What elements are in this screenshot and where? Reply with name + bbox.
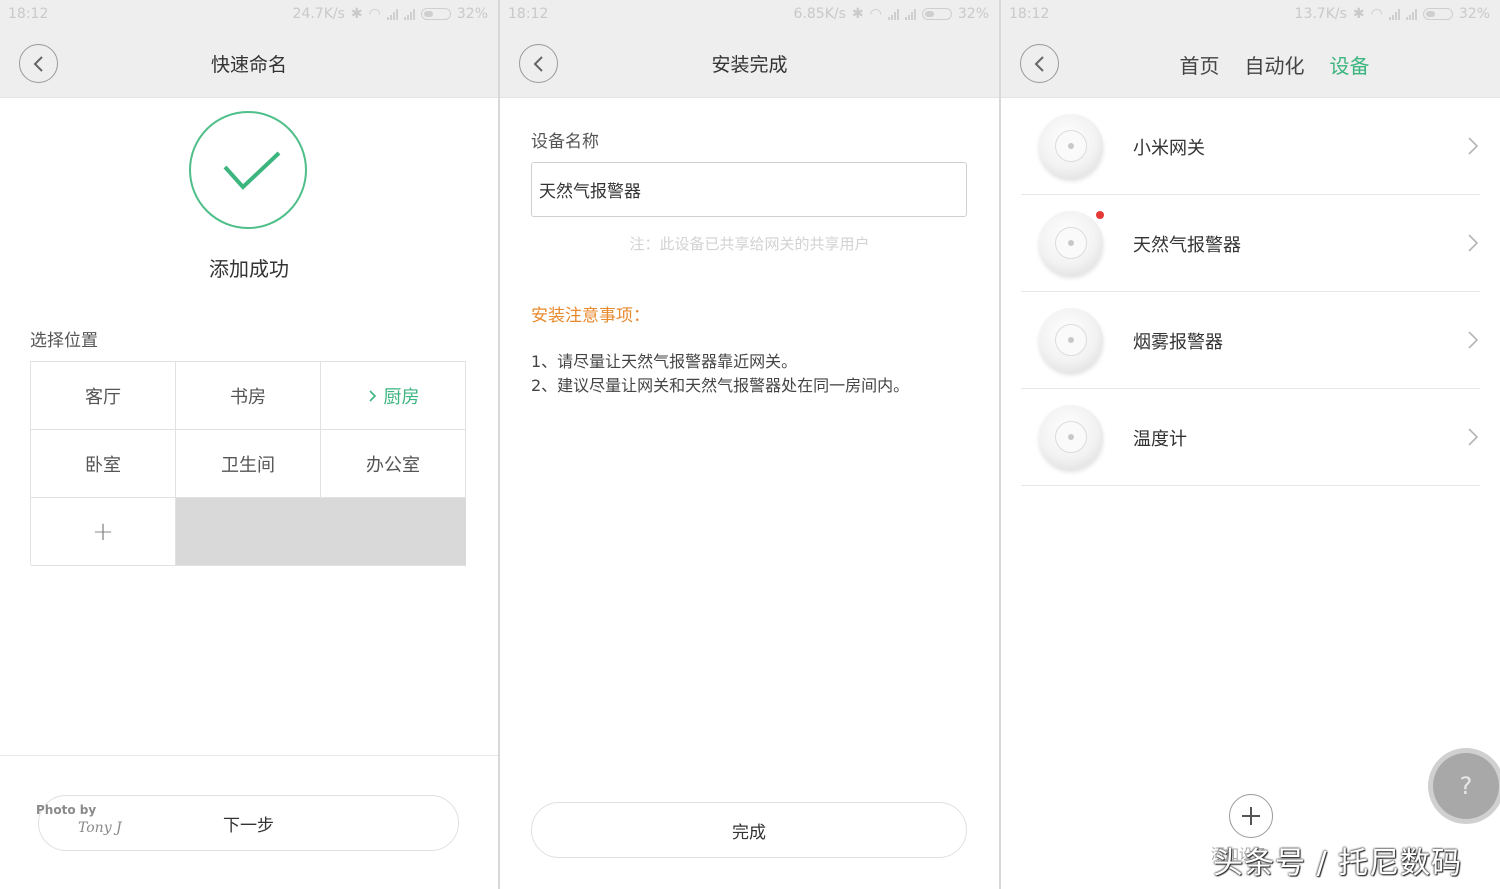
page-title: 快速命名 xyxy=(210,54,287,76)
photo-credit-signature: Tony J xyxy=(78,820,122,836)
device-row-thermometer[interactable]: 温度计 xyxy=(1021,389,1480,486)
help-button[interactable]: ? xyxy=(1433,753,1499,819)
device-name-label: 设备名称 xyxy=(531,132,599,152)
gas-alarm-device-icon xyxy=(1039,211,1103,275)
status-time: 18:12 xyxy=(8,6,49,22)
chevron-right-icon xyxy=(368,389,376,402)
signal-icon xyxy=(403,8,415,20)
share-note: 注：此设备已共享给网关的共享用户 xyxy=(629,235,870,253)
plus-icon xyxy=(1242,807,1260,825)
add-device-button[interactable] xyxy=(1229,794,1273,838)
tab-automation[interactable]: 自动化 xyxy=(1245,50,1305,79)
tab-home[interactable]: 首页 xyxy=(1180,50,1220,79)
status-time: 18:12 xyxy=(508,6,549,22)
device-row-gateway[interactable]: 小米网关 xyxy=(1021,98,1480,195)
battery-icon xyxy=(921,8,952,20)
bluetooth-icon: ✱ xyxy=(350,6,363,22)
thermometer-device-icon xyxy=(1039,405,1103,469)
bluetooth-icon: ✱ xyxy=(1352,6,1365,22)
device-row-gas-alarm[interactable]: 天然气报警器 xyxy=(1021,195,1480,292)
device-row-smoke-alarm[interactable]: 烟雾报警器 xyxy=(1021,292,1480,389)
room-grid: 客厅 书房 厨房 卧室 卫生间 办公室 + xyxy=(30,361,466,566)
success-check-icon xyxy=(189,111,307,229)
status-bar: 18:12 24.7K/s ✱ ◠ 32% xyxy=(0,0,498,28)
wifi-icon: ◠ xyxy=(1370,6,1383,22)
plus-icon: + xyxy=(92,516,114,547)
source-watermark: 头条号 / 托尼数码 xyxy=(1213,846,1463,881)
device-name: 温度计 xyxy=(1133,429,1187,450)
success-message: 添加成功 xyxy=(209,257,289,281)
signal-icon xyxy=(904,8,916,20)
chevron-right-icon xyxy=(1468,331,1479,349)
gateway-device-icon xyxy=(1039,114,1103,178)
battery-percent: 32% xyxy=(957,6,989,22)
done-button[interactable]: 完成 xyxy=(531,802,967,858)
install-notice-line: 1、请尽量让天然气报警器靠近网关。 xyxy=(531,352,798,371)
signal-icon xyxy=(887,8,899,20)
header-bar: 安装完成 xyxy=(500,28,999,98)
device-name: 烟雾报警器 xyxy=(1133,332,1223,353)
battery-icon xyxy=(420,8,451,20)
header-bar: 首页 自动化 设备 xyxy=(1001,28,1500,98)
smoke-alarm-device-icon xyxy=(1039,308,1103,372)
bluetooth-icon: ✱ xyxy=(851,6,864,22)
device-name-input[interactable] xyxy=(531,162,967,217)
room-option-study[interactable]: 书房 xyxy=(176,362,321,430)
question-icon: ? xyxy=(1459,772,1473,800)
install-complete-screen: 18:12 6.85K/s ✱ ◠ 32% 安装完成 设备名称 注：此设备已共享… xyxy=(500,0,999,889)
install-notice-title: 安装注意事项： xyxy=(531,306,650,326)
battery-icon xyxy=(1422,8,1453,20)
wifi-icon: ◠ xyxy=(368,6,381,22)
room-option-office[interactable]: 办公室 xyxy=(321,430,466,498)
signal-icon xyxy=(1405,8,1417,20)
room-option-kitchen[interactable]: 厨房 xyxy=(321,362,466,430)
empty-grid-area xyxy=(176,498,466,566)
device-name: 小米网关 xyxy=(1133,138,1205,159)
battery-percent: 32% xyxy=(1458,6,1490,22)
chevron-right-icon xyxy=(1468,137,1479,155)
status-bar: 18:12 13.7K/s ✱ ◠ 32% xyxy=(1001,0,1500,28)
signal-icon xyxy=(1388,8,1400,20)
wifi-icon: ◠ xyxy=(869,6,882,22)
add-room-button[interactable]: + xyxy=(31,498,176,566)
page-title: 安装完成 xyxy=(711,54,788,76)
network-speed: 13.7K/s xyxy=(1294,6,1347,22)
device-list-screen: 18:12 13.7K/s ✱ ◠ 32% 首页 自动化 设备 小米网关 天然气… xyxy=(1001,0,1500,889)
network-speed: 6.85K/s xyxy=(793,6,846,22)
battery-percent: 32% xyxy=(456,6,488,22)
device-name: 天然气报警器 xyxy=(1133,235,1241,256)
header-bar: 快速命名 xyxy=(0,28,498,98)
room-option-bedroom[interactable]: 卧室 xyxy=(31,430,176,498)
new-device-badge xyxy=(1096,211,1104,219)
room-option-bathroom[interactable]: 卫生间 xyxy=(176,430,321,498)
room-option-living-room[interactable]: 客厅 xyxy=(31,362,176,430)
location-label: 选择位置 xyxy=(30,331,98,351)
chevron-right-icon xyxy=(1468,234,1479,252)
nav-tabs: 首页 自动化 设备 xyxy=(1001,50,1500,79)
signal-icon xyxy=(386,8,398,20)
photo-credit-label: Photo by xyxy=(36,803,97,817)
quick-naming-screen: 18:12 24.7K/s ✱ ◠ 32% 快速命名 添加成功 选择位置 客厅 … xyxy=(0,0,498,889)
network-speed: 24.7K/s xyxy=(292,6,345,22)
status-bar: 18:12 6.85K/s ✱ ◠ 32% xyxy=(500,0,999,28)
chevron-right-icon xyxy=(1468,428,1479,446)
footer-divider xyxy=(0,755,498,756)
install-notice-line: 2、建议尽量让网关和天然气报警器处在同一房间内。 xyxy=(531,376,910,395)
status-time: 18:12 xyxy=(1009,6,1050,22)
tab-devices[interactable]: 设备 xyxy=(1330,50,1370,79)
